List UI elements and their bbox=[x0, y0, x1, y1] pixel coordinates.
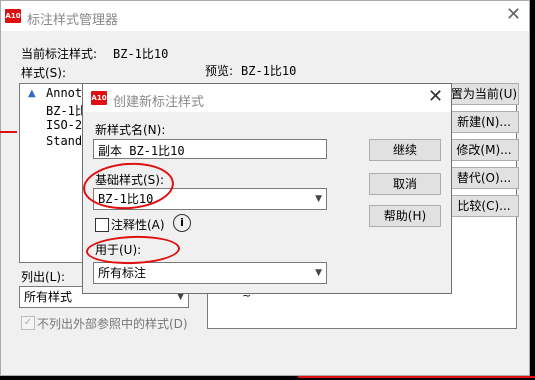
chevron-down-icon: ▼ bbox=[315, 194, 322, 204]
compare-button[interactable]: 比较(C)... bbox=[449, 195, 519, 217]
red-mark bbox=[0, 131, 17, 133]
bg-title-bar: A10 标注样式管理器 ✕ bbox=[1, 1, 529, 31]
annotative-checkbox[interactable] bbox=[95, 218, 109, 232]
styles-label: 样式(S): bbox=[21, 66, 67, 80]
set-current-button[interactable]: 置为当前(U) bbox=[449, 83, 519, 105]
use-for-value: 所有标注 bbox=[98, 266, 147, 280]
info-icon[interactable]: i bbox=[173, 214, 191, 232]
new-button[interactable]: 新建(N)... bbox=[449, 111, 519, 133]
bg-window-title: 标注样式管理器 bbox=[27, 13, 119, 28]
list-label: 列出(L): bbox=[21, 270, 66, 284]
exclude-xref-checkbox[interactable]: ✓ bbox=[21, 316, 35, 330]
bg-close-icon[interactable]: ✕ bbox=[506, 4, 521, 25]
list-select-value: 所有样式 bbox=[24, 290, 73, 304]
help-button[interactable]: 帮助(H) bbox=[369, 205, 441, 227]
continue-button[interactable]: 继续 bbox=[369, 139, 441, 161]
autocad-icon: A10 bbox=[5, 9, 21, 23]
autocad-icon: A10 bbox=[91, 91, 107, 105]
new-name-input[interactable]: 副本 BZ-1比10 bbox=[93, 139, 327, 159]
current-style-label: 当前标注样式: bbox=[21, 47, 98, 61]
red-mark bbox=[298, 376, 535, 378]
style-item[interactable]: BZ-1比 bbox=[46, 102, 87, 119]
new-name-value: 副本 BZ-1比10 bbox=[98, 144, 185, 158]
modify-button[interactable]: 修改(M)... bbox=[449, 139, 519, 161]
cancel-button[interactable]: 取消 bbox=[369, 173, 441, 195]
preview-label: 预览: bbox=[205, 64, 234, 78]
current-style-value: BZ-1比10 bbox=[113, 47, 169, 61]
exclude-xref-label: 不列出外部参照中的样式(D) bbox=[37, 317, 188, 331]
preview-value: BZ-1比10 bbox=[241, 64, 297, 78]
close-icon[interactable]: ✕ bbox=[428, 86, 443, 107]
override-button[interactable]: 替代(O)... bbox=[449, 167, 519, 189]
annotative-icon: ▲ bbox=[28, 88, 36, 99]
chevron-down-icon: ▼ bbox=[315, 268, 322, 278]
annotative-label: 注释性(A) bbox=[111, 218, 165, 232]
use-for-select[interactable]: 所有标注 ▼ bbox=[93, 262, 327, 284]
new-name-label: 新样式名(N): bbox=[95, 123, 166, 137]
dialog-title: 创建新标注样式 bbox=[113, 95, 205, 110]
dialog-title-bar: A10 创建新标注样式 ✕ bbox=[83, 84, 451, 112]
